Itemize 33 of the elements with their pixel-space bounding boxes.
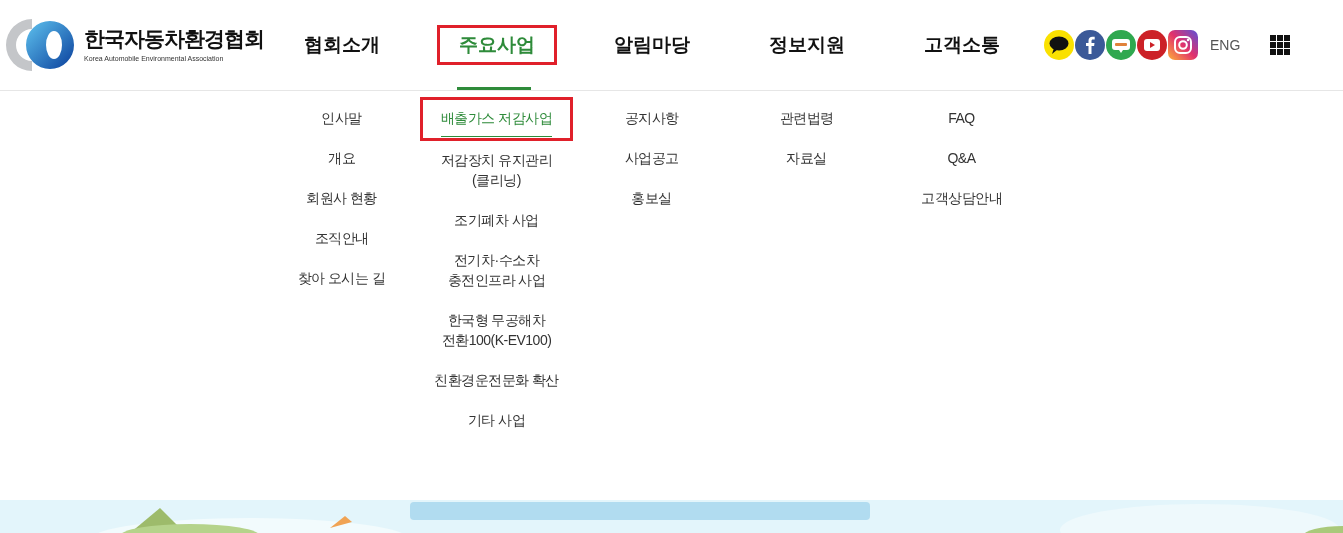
submenu-item[interactable]: 조기폐차 사업 (454, 210, 539, 230)
submenu-item[interactable]: 한국형 무공해차 전환100(K-EV100) (441, 310, 552, 350)
submenu-item[interactable]: FAQ (948, 108, 975, 128)
speech-bubble-icon[interactable] (1044, 30, 1074, 60)
submenu-item[interactable]: 조직안내 (314, 228, 369, 248)
nav-menu-item[interactable]: 고객소통 (904, 21, 1019, 69)
nav-menu-item[interactable]: 주요사업 (439, 24, 554, 64)
submenu-item[interactable]: 찾아 오시는 길 (297, 268, 386, 288)
submenu-item[interactable]: Q&A (947, 148, 976, 168)
language-link[interactable]: ENG (1210, 34, 1241, 56)
submenu-item[interactable]: 공지사항 (624, 108, 679, 128)
submenu-item[interactable]: 관련법령 (779, 108, 834, 128)
submenu-item[interactable]: 저감장치 유지관리 (클리닝) (440, 150, 553, 190)
submenu-item[interactable]: 개요 (328, 148, 355, 168)
submenu-item[interactable]: 자료실 (786, 148, 827, 168)
nav-menu-item[interactable]: 협회소개 (284, 21, 399, 69)
submenu-item[interactable]: 전기차·수소차 충전인프라 사업 (447, 250, 546, 290)
submenu-item[interactable]: 고객상담안내 (921, 188, 1002, 208)
logo-title: 한국자동차환경협회 (84, 26, 264, 51)
submenu-item[interactable]: 배출가스 저감사업 (440, 108, 553, 137)
submenu-item[interactable]: 인사말 (321, 108, 362, 128)
blog-icon[interactable] (1106, 30, 1136, 60)
youtube-icon[interactable] (1137, 30, 1167, 60)
instagram-icon[interactable] (1168, 30, 1198, 60)
submenu-item[interactable]: 사업공고 (624, 148, 679, 168)
facebook-icon[interactable] (1075, 30, 1105, 60)
submenu-item[interactable]: 친환경운전문화 확산 (434, 370, 559, 390)
submenu-item[interactable]: 기타 사업 (467, 410, 526, 430)
nav-menu-item[interactable]: 정보지원 (749, 21, 864, 69)
nav-menu-item[interactable]: 알림마당 (594, 21, 709, 69)
submenu-item[interactable]: 회원사 현황 (306, 188, 377, 208)
grid-menu-icon[interactable] (1270, 35, 1291, 55)
submenu-item[interactable]: 홍보실 (631, 188, 672, 208)
